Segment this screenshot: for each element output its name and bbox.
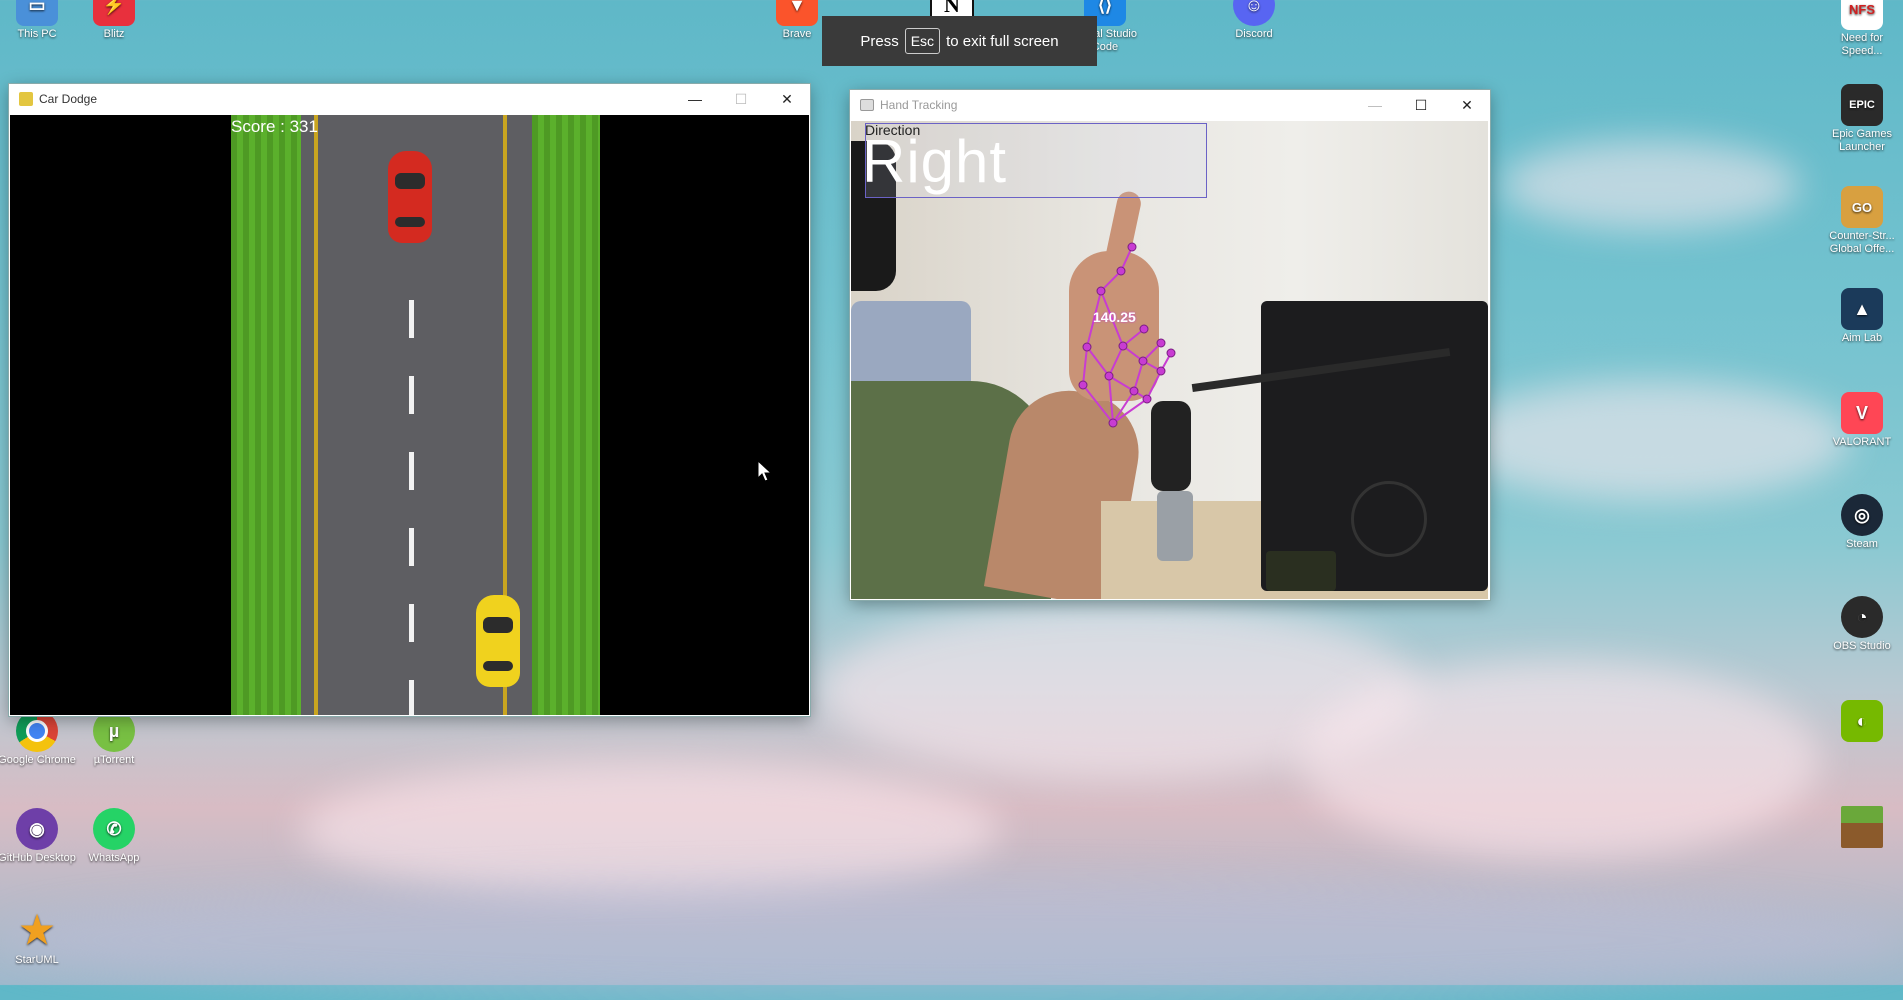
desktop-icon-epic[interactable]: EPIC Epic Games Launcher [1823,84,1901,154]
desktop-icon-label: This PC [17,28,57,40]
desktop-icon-label: WhatsApp [88,852,140,864]
desktop-icon-label: Google Chrome [0,754,76,766]
maximize-button[interactable]: ☐ [1398,90,1444,120]
window-title: Car Dodge [39,92,98,106]
desktop-icon-discord[interactable]: ☺ Discord [1215,0,1293,41]
window-title: Hand Tracking [880,98,958,112]
lane-dash [409,528,414,566]
utorrent-icon: µ [93,710,135,752]
desktop-icon-label: Steam [1846,538,1878,550]
desktop-icon-label: µTorrent [93,754,135,766]
desktop-icon-csgo[interactable]: GO Counter-Str... Global Offe... [1823,186,1901,256]
desktop-icon-label: OBS Studio [1833,640,1891,652]
steam-icon: ◎ [1841,494,1883,536]
toast-press-text: Press [860,32,899,50]
desktop-icon-staruml[interactable]: ★ StarUML [0,910,76,967]
grass-left [231,115,301,715]
obs-icon: ◔ [1841,596,1883,638]
desktop-icon-label: Aim Lab [1841,332,1883,344]
angle-readout: 140.25 [1093,309,1136,325]
desktop-icon-obs[interactable]: ◔ OBS Studio [1823,596,1901,653]
valorant-icon: V [1841,392,1883,434]
title-bar[interactable]: Car Dodge — ☐ ✕ [9,84,810,114]
minecraft-icon [1841,806,1883,848]
desktop-icon-aimlab[interactable]: ▲ Aim Lab [1823,288,1901,345]
nvidia-icon: ◐ [1841,700,1883,742]
lane-dash [409,376,414,414]
mouse-cursor-icon [757,460,773,482]
desktop-icon-label: StarUML [15,954,59,966]
desktop-icon-whatsapp[interactable]: ✆ WhatsApp [75,808,153,865]
desktop-icon-label: Brave [782,28,812,40]
car-dodge-window[interactable]: Car Dodge — ☐ ✕ Score : 331 [9,84,810,716]
lane-dash [409,300,414,338]
desktop-icon-chrome[interactable]: Google Chrome [0,710,76,767]
window-icon [860,99,874,111]
maximize-button[interactable]: ☐ [718,84,764,114]
desktop-icon-utorrent[interactable]: µ µTorrent [75,710,153,767]
lane-dash [409,452,414,490]
staruml-icon: ★ [19,909,55,952]
desktop-icon-label: VALORANT [1832,436,1892,448]
blitz-icon: ⚡ [93,0,135,26]
yellow-car [476,595,520,687]
github-icon: ◉ [16,808,58,850]
desktop-icon-blitz[interactable]: ⚡ Blitz [75,0,153,41]
score-label: Score : 331 [231,117,318,136]
toast-text: to exit full screen [946,32,1059,50]
desktop-icon-nfs[interactable]: NFS Need for Speed... [1823,0,1901,58]
desktop-icon-steam[interactable]: ◎ Steam [1823,494,1901,551]
nfs-icon: NFS [1841,0,1883,30]
close-button[interactable]: ✕ [1444,90,1490,120]
close-button[interactable]: ✕ [764,84,810,114]
desktop-icon-label: Epic Games Launcher [1832,128,1892,153]
epic-icon: EPIC [1841,84,1883,126]
game-canvas[interactable]: Score : 331 [10,115,809,715]
grass-right [532,115,600,715]
desktop-icon-this-pc[interactable]: ▭ This PC [0,0,76,41]
desktop-icon-minecraft[interactable] [1823,806,1901,850]
discord-icon: ☺ [1233,0,1275,26]
desktop-icon-nvidia[interactable]: ◐ [1823,700,1901,744]
lane-dash [409,680,414,715]
lane-dash [409,604,414,642]
title-bar[interactable]: Hand Tracking — ☐ ✕ [850,90,1490,120]
desktop-icon-label: Need for Speed... [1840,32,1884,57]
computer-icon: ▭ [16,0,58,26]
desktop-icon-label: GitHub Desktop [0,852,76,864]
desktop-icon-label: Discord [1235,28,1273,40]
pygame-icon [19,92,33,106]
road-edge-line-left [314,115,318,715]
minimize-button[interactable]: — [672,84,718,114]
csgo-icon: GO [1841,186,1883,228]
red-car [388,151,432,243]
webcam-feed: 140.25 Direction Right [851,121,1488,599]
desktop-icon-label: Blitz [103,28,125,40]
hand-tracking-window[interactable]: Hand Tracking — ☐ ✕ 140.25 Direction Rig… [850,90,1490,600]
minimize-button[interactable]: — [1352,90,1398,120]
fullscreen-toast: Press Esc to exit full screen [822,16,1097,66]
desktop-icon-valorant[interactable]: V VALORANT [1823,392,1901,449]
desktop-icon-label: Counter-Str... Global Offe... [1829,230,1895,255]
whatsapp-icon: ✆ [93,808,135,850]
esc-key-badge: Esc [904,28,941,54]
desktop-icon-github[interactable]: ◉ GitHub Desktop [0,808,76,865]
direction-value: Right [862,128,1008,195]
chrome-icon [16,710,58,752]
brave-icon: ▼ [776,0,818,26]
aimlab-icon: ▲ [1841,288,1883,330]
